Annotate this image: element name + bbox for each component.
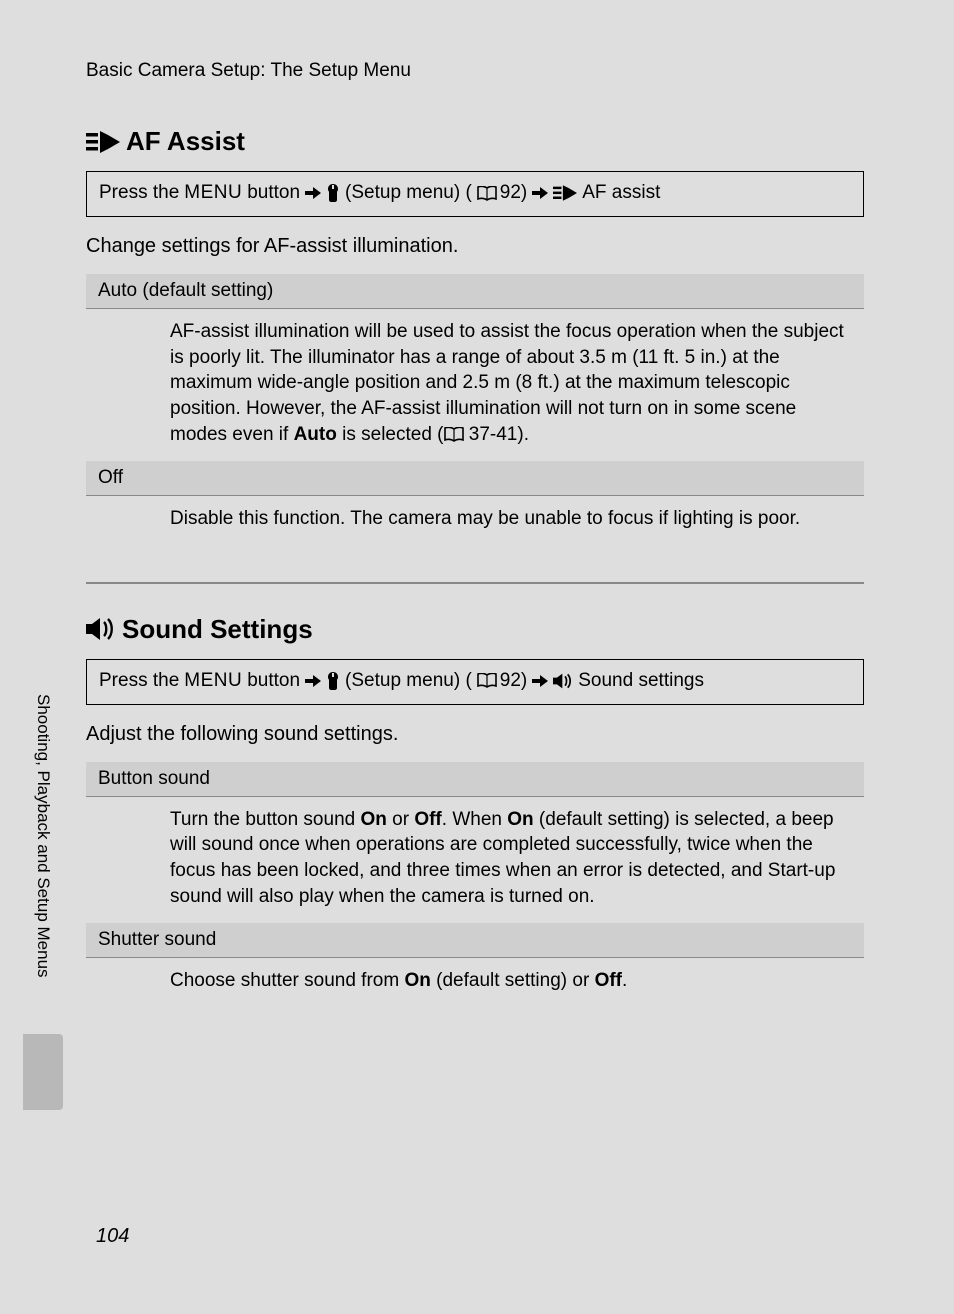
wrench-icon [326,184,340,202]
option-bold: On [507,809,533,830]
nav-text: button [247,670,300,692]
option-body: Turn the button sound On or Off. When On… [86,797,864,924]
side-tab-label: Shooting, Playback and Setup Menus [23,694,53,1022]
book-icon [477,186,497,201]
nav-path-sound-settings: Press the MENU button (Setup menu) ( 92) [86,659,864,705]
option-text: Choose shutter sound from [170,970,404,991]
nav-text: Press the [99,182,179,204]
nav-text: (Setup menu) ( [345,182,472,204]
nav-path-af-assist: Press the MENU button (Setup menu) ( 92) [86,171,864,217]
option-body: Disable this function. The camera may be… [86,496,864,546]
book-icon [444,427,464,442]
page-reference: 92) [477,182,527,204]
nav-text: Press the [99,670,179,692]
section-af-assist: AF Assist Press the MENU button (Setup m… [86,126,864,546]
arrow-right-icon [532,674,548,688]
page-number: 104 [96,1225,129,1248]
sound-icon [553,673,573,689]
page-ref-number: 37-41). [469,424,529,445]
menu-button-label: MENU [184,182,242,204]
section-intro: Adjust the following sound settings. [86,723,864,746]
section-heading-sound-settings: Sound Settings [86,614,864,645]
option-text: . [622,970,627,991]
option-header: Auto (default setting) [86,274,864,309]
option-header: Off [86,461,864,496]
page-ref-number: 92) [500,182,527,204]
page: Shooting, Playback and Setup Menus Basic… [0,0,954,1314]
af-assist-icon [86,131,120,153]
option-bold: On [404,970,430,991]
menu-button-label: MENU [184,670,242,692]
page-reference: 92) [477,670,527,692]
option-bold: Off [414,809,441,830]
option-text: Turn the button sound [170,809,360,830]
arrow-right-icon [305,674,321,688]
section-heading-af-assist: AF Assist [86,126,864,157]
page-ref-number: 92) [500,670,527,692]
option-header: Shutter sound [86,923,864,958]
section-divider [86,582,864,584]
nav-item-label: AF assist [582,182,660,204]
nav-text: (Setup menu) ( [345,670,472,692]
option-bold: On [360,809,386,830]
side-tab: Shooting, Playback and Setup Menus [23,694,63,1112]
option-body: AF-assist illumination will be used to a… [86,309,864,461]
breadcrumb: Basic Camera Setup: The Setup Menu [86,60,864,82]
options-table-sound: Button sound Turn the button sound On or… [86,762,864,1008]
option-text: Disable this function. The camera may be… [170,508,800,529]
section-intro: Change settings for AF-assist illuminati… [86,235,864,258]
option-text: or [387,809,414,830]
side-tab-marker [23,1034,63,1110]
option-text: (default setting) or [431,970,595,991]
option-text: . When [442,809,507,830]
section-title: Sound Settings [122,614,313,645]
sound-icon [86,617,116,641]
nav-text: button [247,182,300,204]
option-bold: Auto [294,424,337,445]
options-table-af-assist: Auto (default setting) AF-assist illumin… [86,274,864,546]
content-area: Basic Camera Setup: The Setup Menu AF As… [86,60,864,1008]
option-body: Choose shutter sound from On (default se… [86,958,864,1008]
option-header: Button sound [86,762,864,797]
nav-item-label: Sound settings [578,670,704,692]
arrow-right-icon [532,186,548,200]
arrow-right-icon [305,186,321,200]
book-icon [477,673,497,688]
af-assist-icon [553,185,577,201]
option-text: is selected ( [337,424,444,445]
option-bold: Off [595,970,622,991]
wrench-icon [326,672,340,690]
section-sound-settings: Sound Settings Press the MENU button (Se… [86,614,864,1008]
section-title: AF Assist [126,126,245,157]
